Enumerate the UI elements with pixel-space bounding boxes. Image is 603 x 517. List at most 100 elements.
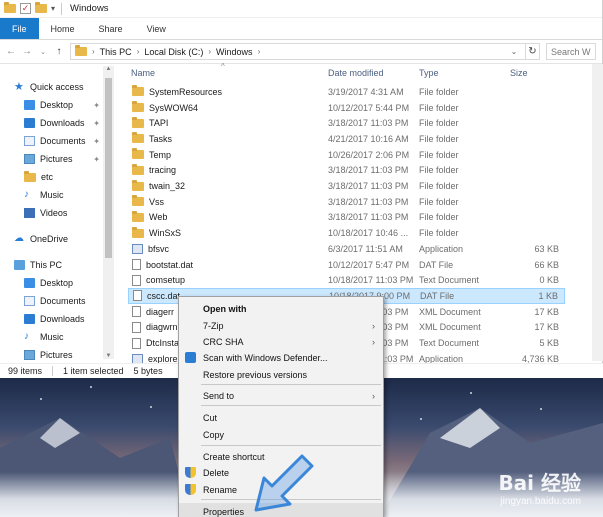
tab-share[interactable]: Share <box>87 18 135 39</box>
documents-icon <box>24 296 35 306</box>
nav-pc-desktop[interactable]: Desktop <box>0 274 116 292</box>
divider <box>61 2 63 15</box>
breadcrumb-windows[interactable]: Windows <box>216 47 253 57</box>
file-row[interactable]: SysWOW64 10/12/2017 5:44 PM File folder <box>128 100 565 116</box>
nav-item-music[interactable]: ♪ Music <box>0 186 116 204</box>
menu-item-label: Properties <box>203 506 245 517</box>
menu-item-copy[interactable]: Copy <box>179 426 383 443</box>
file-row[interactable]: Tasks 4/21/2017 10:16 AM File folder <box>128 131 565 147</box>
nav-label: Desktop <box>40 100 74 110</box>
file-icon <box>132 321 141 333</box>
file-row[interactable]: bfsvc 6/3/2017 11:51 AM Application 63 KB <box>128 241 565 257</box>
quick-access-toolbar: ✓ ▾ <box>4 2 64 15</box>
address-bar[interactable]: › This PC › Local Disk (C:) › Windows › … <box>70 43 540 60</box>
nav-item-documents[interactable]: Documents ✦ <box>0 132 116 150</box>
file-type: XML Document <box>419 306 481 317</box>
file-size: 1 KB <box>538 290 558 301</box>
file-icon <box>132 259 141 271</box>
column-size[interactable]: Size <box>510 68 528 78</box>
file-scrollbar[interactable] <box>592 64 603 361</box>
tab-view[interactable]: View <box>135 18 178 39</box>
star-icon: ★ <box>14 81 24 93</box>
file-name-cell: TAPI <box>132 116 168 128</box>
new-folder-icon[interactable] <box>35 2 47 13</box>
folder-icon <box>132 101 144 113</box>
file-type: File folder <box>419 118 459 129</box>
menu-item-scan-with-windows-defender[interactable]: Scan with Windows Defender... <box>179 349 383 366</box>
menu-separator <box>201 405 381 406</box>
file-row[interactable]: Vss 3/18/2017 11:03 PM File folder <box>128 194 565 210</box>
tab-file[interactable]: File <box>0 18 39 39</box>
pin-icon: ✦ <box>93 118 100 128</box>
column-type[interactable]: Type <box>419 68 439 78</box>
window-title: Windows <box>70 3 109 14</box>
file-date: 3/18/2017 11:03 PM <box>328 181 409 192</box>
nav-pc-downloads[interactable]: Downloads <box>0 310 116 328</box>
scroll-down-icon[interactable]: ▼ <box>103 353 114 359</box>
nav-item-downloads[interactable]: Downloads ✦ <box>0 114 116 132</box>
file-row[interactable]: Web 3/18/2017 11:03 PM File folder <box>128 210 565 226</box>
address-dropdown-icon[interactable]: ⌄ <box>508 47 520 56</box>
breadcrumb-local-disk[interactable]: Local Disk (C:) <box>144 47 203 57</box>
file-row[interactable]: tracing 3/18/2017 11:03 PM File folder <box>128 163 565 179</box>
file-row[interactable]: TAPI 3/18/2017 11:03 PM File folder <box>128 115 565 131</box>
refresh-icon[interactable]: ↻ <box>525 44 539 59</box>
file-name: Tasks <box>149 133 173 144</box>
back-arrow-icon[interactable]: ← <box>6 46 16 57</box>
file-name: twain_32 <box>149 181 186 192</box>
folder-icon <box>132 163 144 175</box>
file-row[interactable]: bootstat.dat 10/12/2017 5:47 PM DAT File 66… <box>128 257 565 273</box>
nav-pc-pictures[interactable]: Pictures <box>0 346 116 364</box>
menu-item-cut[interactable]: Cut <box>179 409 383 426</box>
file-name: SysWOW64 <box>149 102 199 113</box>
scroll-up-icon[interactable]: ▲ <box>103 66 114 72</box>
menu-item-label: 7-Zip <box>203 320 224 331</box>
search-input[interactable]: Search W <box>546 43 596 60</box>
menu-item-crc-sha[interactable]: CRC SHA › <box>179 333 383 350</box>
breadcrumb-this-pc[interactable]: This PC <box>100 47 132 57</box>
file-name: comsetup <box>146 275 186 286</box>
column-name[interactable]: Name <box>131 68 155 78</box>
menu-item-label: Restore previous versions <box>203 369 308 380</box>
file-type: DAT File <box>420 290 455 301</box>
customize-dropdown-icon[interactable]: ▾ <box>51 4 55 13</box>
file-type: Text Document <box>419 338 480 349</box>
search-placeholder: Search W <box>551 46 591 57</box>
file-size: 63 KB <box>534 243 559 254</box>
nav-label: Pictures <box>40 350 73 360</box>
nav-onedrive[interactable]: ☁ OneDrive <box>0 230 116 248</box>
nav-scrollbar[interactable]: ▲ ▼ <box>103 66 114 359</box>
menu-item-7-zip[interactable]: 7-Zip › <box>179 317 383 334</box>
forward-arrow-icon[interactable]: → <box>22 46 32 57</box>
pin-icon: ✦ <box>93 136 100 146</box>
file-name: diagerr <box>146 306 175 317</box>
nav-this-pc[interactable]: This PC <box>0 256 116 274</box>
file-row[interactable]: twain_32 3/18/2017 11:03 PM File folder <box>128 178 565 194</box>
file-row[interactable]: SystemResources 3/19/2017 4:31 AM File fol… <box>128 84 565 100</box>
nav-item-desktop[interactable]: Desktop ✦ <box>0 96 116 114</box>
file-row[interactable]: comsetup 10/18/2017 11:03 PM Text Document… <box>128 272 565 288</box>
menu-item-send-to[interactable]: Send to › <box>179 387 383 404</box>
nav-pc-music[interactable]: ♪ Music <box>0 328 116 346</box>
file-row[interactable]: WinSxS 10/18/2017 10:46 ... File folder <box>128 225 565 241</box>
up-arrow-icon[interactable]: ↑ <box>54 46 64 57</box>
column-date-modified[interactable]: Date modified <box>328 68 384 78</box>
file-row[interactable]: Temp 10/26/2017 2:06 PM File folder <box>128 147 565 163</box>
nav-label: OneDrive <box>30 234 69 244</box>
ribbon-tabs: File Home Share View <box>0 18 602 40</box>
file-size: 17 KB <box>534 322 559 333</box>
menu-item-label: Copy <box>203 429 225 440</box>
file-name-cell: bfsvc <box>132 243 169 254</box>
nav-item-videos[interactable]: Videos <box>0 204 116 222</box>
menu-item-restore-previous-versions[interactable]: Restore previous versions <box>179 366 383 383</box>
properties-check-icon[interactable]: ✓ <box>20 3 31 14</box>
nav-pc-documents[interactable]: Documents <box>0 292 116 310</box>
scrollbar-thumb[interactable] <box>105 78 112 258</box>
tab-home[interactable]: Home <box>39 18 87 39</box>
nav-quick-access[interactable]: ★ Quick access <box>0 78 116 96</box>
folder-icon <box>132 226 144 238</box>
nav-item-etc[interactable]: etc <box>0 168 116 186</box>
recent-locations-icon[interactable]: ⌄ <box>38 48 48 56</box>
menu-item-open-with[interactable]: Open with <box>179 300 383 317</box>
nav-item-pictures[interactable]: Pictures ✦ <box>0 150 116 168</box>
